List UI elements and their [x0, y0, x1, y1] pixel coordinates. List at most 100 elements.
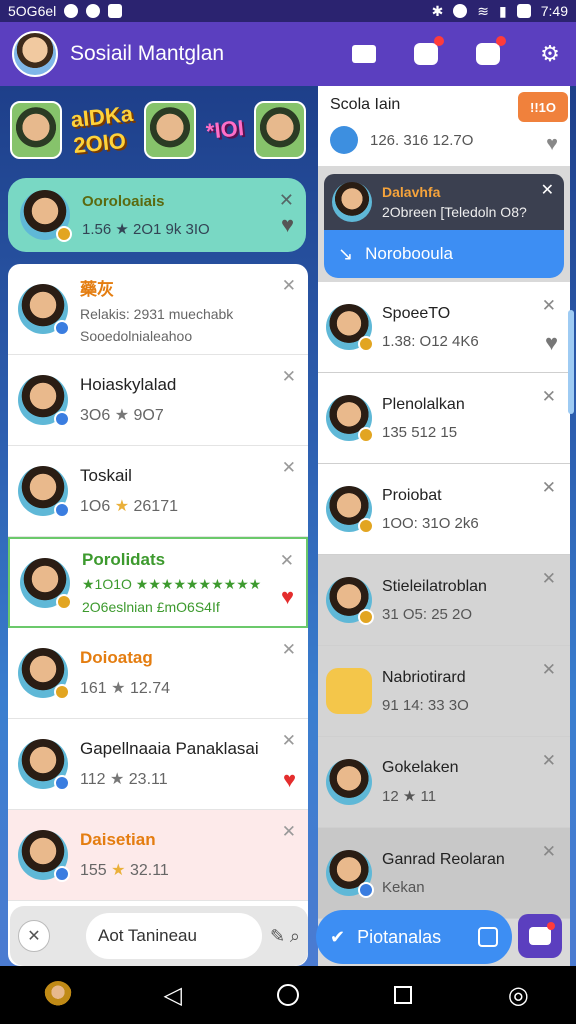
star-icon: ★	[111, 680, 126, 697]
camera-icon	[414, 43, 438, 65]
close-icon[interactable]: ✕	[18, 920, 50, 952]
item-stats: 1OO: 31O 2k6	[382, 514, 479, 532]
camera-fab[interactable]	[518, 914, 562, 958]
item-name: 藥灰	[80, 279, 114, 299]
close-icon[interactable]: ✕	[542, 660, 556, 680]
note-icon	[478, 927, 498, 947]
close-icon[interactable]: ✕	[542, 296, 556, 316]
app-shortcut-icon[interactable]	[43, 981, 72, 1009]
list-item[interactable]: Porolidats ★1O1O ★★★★★★★★★★ 2O6eslnian £…	[8, 537, 308, 628]
list-item[interactable]: Stieleilatroblan 31 O5: 25 2O ✕	[318, 555, 570, 646]
edit-icon[interactable]: ✎	[270, 926, 285, 947]
badge-icon	[54, 866, 70, 882]
list-item[interactable]: Hoiaskylalad 3O6 ★ 9O7 ✕	[8, 355, 308, 446]
item-stat: 32.11	[129, 862, 169, 879]
search-input[interactable]	[86, 913, 262, 959]
item-line: 2O6eslnian £mO6S4If	[82, 599, 220, 615]
inbox-button[interactable]	[474, 36, 506, 68]
list-item[interactable]: Nabriotirard 91 14: 33 3O ✕	[318, 646, 570, 737]
item-stats: Kekan	[382, 878, 425, 896]
badge-icon	[358, 882, 374, 898]
wifi-icon: ≋	[477, 2, 490, 19]
home-circle	[276, 984, 299, 1006]
close-icon[interactable]: ✕	[282, 822, 296, 842]
close-icon[interactable]: ✕	[541, 180, 554, 200]
item-stat: 23.11	[128, 771, 168, 788]
close-icon[interactable]: ✕	[542, 751, 556, 771]
assistant-icon[interactable]: ◎	[504, 981, 532, 1009]
avatar	[18, 739, 70, 791]
item-name: SpoeeTO	[382, 304, 451, 322]
sticker-text: *IOI	[205, 115, 246, 144]
settings-button[interactable]: ⚙	[536, 40, 564, 68]
list-item[interactable]: Doioatag 161 ★ 12.74 ✕	[8, 628, 308, 719]
clock-icon	[330, 126, 358, 154]
avatar	[326, 577, 374, 625]
list-item[interactable]: 藥灰 Relakis: 2931 muechabk Sooedolnialeah…	[8, 264, 308, 355]
list-item[interactable]: Proiobat 1OO: 31O 2k6 ✕	[318, 464, 570, 555]
featured-card[interactable]: Ooroloaiais 1.56 ★ 2O1 9k 3IO ✕ ♥	[8, 178, 306, 252]
close-icon[interactable]: ✕	[282, 276, 296, 296]
close-icon[interactable]: ✕	[280, 551, 294, 571]
home-icon[interactable]	[274, 981, 302, 1009]
sticker-avatar[interactable]	[254, 101, 307, 159]
close-icon[interactable]: ✕	[282, 640, 296, 660]
list-item[interactable]: Ganrad Reolaran Kekan ✕	[318, 828, 570, 919]
app-icon	[108, 4, 123, 18]
heart-icon[interactable]: ♥	[546, 133, 558, 156]
message-button[interactable]	[350, 40, 378, 68]
notification-dot	[434, 36, 444, 46]
avatar	[18, 648, 70, 700]
list-item[interactable]: Daisetian 155 ★ 32.11 ✕	[8, 810, 308, 901]
featured-stats: 1.56 ★ 2O1 9k 3IO	[82, 220, 210, 238]
close-icon[interactable]: ✕	[542, 478, 556, 498]
avatar	[18, 830, 70, 882]
badge-icon	[54, 684, 70, 700]
right-list: SpoeeTO 1.38: O12 4K6 ✕ ♥ Plenolalkan 13…	[318, 282, 570, 919]
close-icon[interactable]: ✕	[282, 731, 296, 751]
item-name: Toskail	[80, 466, 132, 485]
status-bar: 5OG6el ✱ ≋ ▮ 7:49	[0, 0, 576, 22]
heart-icon[interactable]: ♥	[281, 212, 294, 238]
notification-icon	[64, 4, 79, 18]
heart-icon[interactable]: ♥	[545, 330, 558, 356]
sticker-avatar[interactable]	[10, 101, 62, 159]
profile-avatar[interactable]	[12, 31, 58, 77]
avatar	[326, 395, 374, 443]
scrollbar[interactable]	[568, 310, 574, 414]
list-item[interactable]: Gokelaken 12 ★ 11 ✕	[318, 737, 570, 828]
close-icon[interactable]: ✕	[542, 569, 556, 589]
left-column: aIDKa 2OIO *IOI Ooroloaiais 1.56 ★ 2O1 9…	[6, 86, 308, 966]
back-icon[interactable]: ◁	[159, 981, 187, 1009]
list-item[interactable]: Plenolalkan 135 512 15 ✕	[318, 373, 570, 464]
status-badge: !!1O	[518, 92, 568, 122]
close-icon[interactable]: ✕	[282, 367, 296, 387]
dark-card-name: Dalavhfa	[382, 184, 441, 200]
right-cta-button[interactable]: ↘ Norobooula	[324, 230, 564, 278]
camera-button[interactable]	[412, 36, 444, 68]
list-item[interactable]: SpoeeTO 1.38: O12 4K6 ✕ ♥	[318, 282, 570, 373]
item-stat: 3O6	[80, 407, 111, 424]
close-icon[interactable]: ✕	[282, 458, 296, 478]
messenger-icon	[86, 4, 101, 18]
compose-button[interactable]: ✔ Piotanalas	[316, 910, 512, 964]
search-icon[interactable]: ⌕	[290, 926, 300, 947]
close-icon[interactable]: ✕	[542, 387, 556, 407]
heart-icon[interactable]: ♥	[283, 767, 296, 793]
heart-icon[interactable]: ♥	[281, 584, 294, 610]
star-icon: ★	[109, 771, 125, 788]
recents-icon[interactable]	[389, 981, 417, 1009]
item-stat: 155	[80, 862, 107, 879]
right-dark-card[interactable]: Dalavhfa 2Obreen [Teledoln O8? ✕	[324, 174, 564, 230]
avatar	[326, 486, 374, 534]
list-item[interactable]: Gapellnaaia Panaklasai 112 ★ 23.11 ✕ ♥	[8, 719, 308, 810]
right-top-card[interactable]: Scola Iain 126. 316 12.7O !!1O ♥	[318, 86, 570, 166]
close-icon[interactable]: ✕	[542, 842, 556, 862]
item-name: Stieleilatroblan	[382, 577, 487, 595]
list-item[interactable]: Toskail 1O6 ★ 26171 ✕	[8, 446, 308, 537]
sticker-avatar[interactable]	[144, 101, 197, 159]
close-icon[interactable]: ✕	[279, 190, 294, 211]
badge-icon	[56, 226, 72, 242]
item-name: Nabriotirard	[382, 668, 466, 686]
carrier-label: 5OG6el	[8, 3, 57, 19]
